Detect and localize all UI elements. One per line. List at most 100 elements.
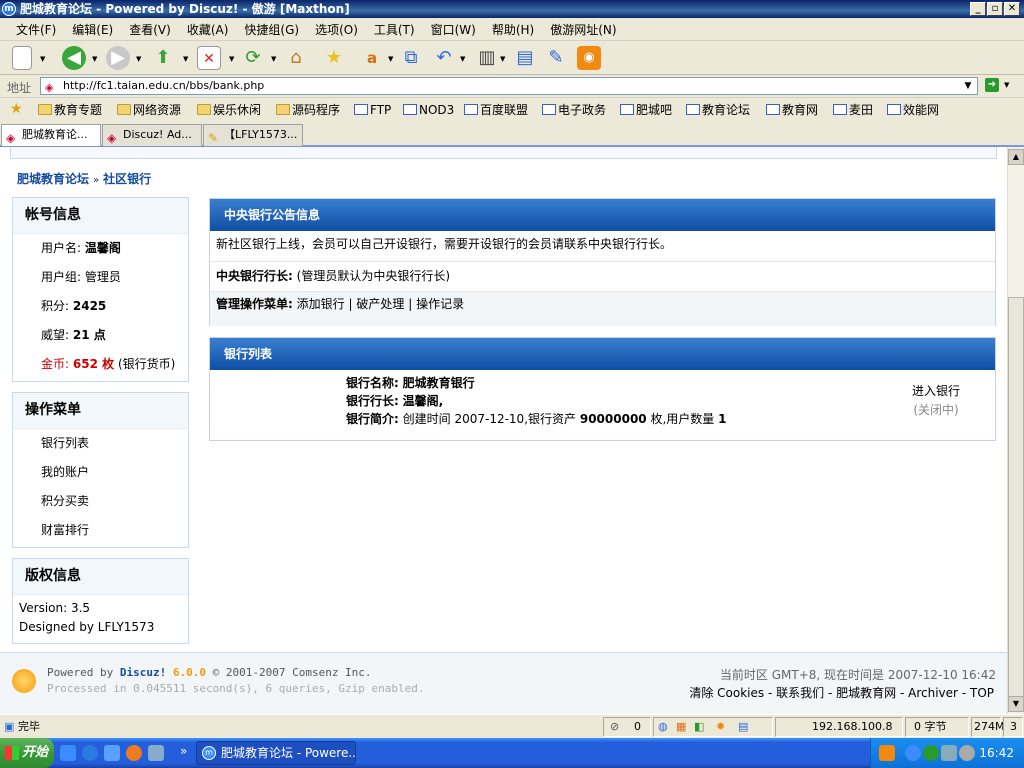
- maxthon-icon: m: [202, 746, 216, 760]
- new-page-icon[interactable]: [12, 46, 32, 70]
- media-icon[interactable]: [126, 745, 142, 761]
- menu-edit[interactable]: 编辑(E): [64, 19, 121, 41]
- archiver-link[interactable]: Archiver: [908, 686, 958, 700]
- fav-item[interactable]: 麦田: [833, 102, 873, 118]
- up-icon[interactable]: ⬆: [151, 46, 175, 70]
- address-url: http://fc1.taian.edu.cn/bbs/bank.php: [63, 79, 265, 92]
- bankruptcy-link[interactable]: 破产处理: [356, 297, 404, 311]
- tray-volume-icon[interactable]: [959, 745, 975, 761]
- ops-item-wealth-rank[interactable]: 财富排行: [13, 516, 188, 545]
- folder-icon: [117, 104, 131, 115]
- menu-tools[interactable]: 工具(T): [366, 19, 423, 41]
- tab-discuz-admin[interactable]: ◈ Discuz! Ad...: [102, 124, 202, 146]
- tab-forum[interactable]: ◈ 肥城教育论...: [1, 124, 101, 146]
- status-panel-num: 3: [1003, 717, 1023, 737]
- tray-app-icon[interactable]: [923, 745, 939, 761]
- minimize-button[interactable]: _: [970, 2, 986, 16]
- operation-log-link[interactable]: 操作记录: [416, 297, 464, 311]
- bank-intro-row: 银行简介: 创建时间 2007-12-10,银行资产 90000000 枚,用户…: [346, 412, 727, 426]
- menu-help[interactable]: 帮助(H): [484, 19, 542, 41]
- fav-item[interactable]: 网络资源: [117, 102, 181, 118]
- fav-item[interactable]: 电子政务: [542, 102, 606, 118]
- gold-row: 金币: 652 枚 (银行货币): [41, 357, 176, 371]
- page-icon: [542, 104, 556, 115]
- tray-ime-icon[interactable]: [879, 745, 895, 761]
- fav-item[interactable]: FTP: [354, 102, 391, 118]
- chevron-down-icon[interactable]: ▼: [961, 78, 975, 94]
- refresh-icon[interactable]: ⟳: [241, 46, 265, 70]
- status-panel-mem: 274M: [971, 717, 1005, 737]
- rss-icon[interactable]: ◉: [577, 46, 601, 70]
- menu-file[interactable]: 文件(F): [8, 19, 64, 41]
- address-input[interactable]: ◈ http://fc1.taian.edu.cn/bbs/bank.php ▼: [40, 77, 978, 95]
- points-row: 积分: 2425: [41, 299, 107, 313]
- menu-groups[interactable]: 快捷组(G): [236, 19, 307, 41]
- version-text: Version: 3.5: [19, 601, 91, 615]
- tab-lfly[interactable]: ✎ 【LFLY1573...: [203, 124, 303, 146]
- clear-cookies-link[interactable]: 清除 Cookies: [689, 686, 764, 700]
- stop-icon[interactable]: ✕: [197, 46, 221, 70]
- page-icon: [403, 104, 417, 115]
- contact-link[interactable]: 联系我们: [776, 686, 824, 700]
- undo-icon[interactable]: ↶: [432, 46, 456, 70]
- bank-status: (关闭中): [913, 403, 959, 417]
- fav-item[interactable]: 娱乐休闲: [197, 102, 261, 118]
- taskbar: 开始 » m 肥城教育论坛 - Powere... 16:42: [0, 738, 1024, 768]
- scroll-up-icon[interactable]: ▲: [1008, 149, 1024, 165]
- fav-item[interactable]: 源码程序: [276, 102, 340, 118]
- menu-favorites[interactable]: 收藏(A): [179, 19, 237, 41]
- ie-icon[interactable]: [60, 745, 76, 761]
- menu-window[interactable]: 窗口(W): [423, 19, 484, 41]
- fav-item[interactable]: NOD3: [403, 102, 454, 118]
- fav-item[interactable]: 效能网: [887, 102, 939, 118]
- restore-button[interactable]: ▫: [987, 2, 1003, 16]
- back-icon[interactable]: ◀: [62, 46, 86, 70]
- fav-item[interactable]: 肥城吧: [620, 102, 672, 118]
- taskbar-window-button[interactable]: m 肥城教育论坛 - Powere...: [196, 741, 356, 765]
- translate-icon[interactable]: a: [360, 46, 384, 70]
- page-icon: [887, 104, 901, 115]
- tray-network-icon[interactable]: [941, 745, 957, 761]
- menu-options[interactable]: 选项(O): [307, 19, 366, 41]
- window-icon[interactable]: ⧉: [399, 46, 423, 70]
- maxthon-quick-icon[interactable]: [82, 745, 98, 761]
- breadcrumb-home-link[interactable]: 肥城教育论坛: [17, 172, 89, 186]
- enter-bank-link[interactable]: 进入银行: [894, 382, 978, 401]
- menu-maxthon-sites[interactable]: 傲游网址(N): [542, 19, 624, 41]
- sidebar-icon[interactable]: ▤: [513, 46, 537, 70]
- address-bar: 地址 ◈ http://fc1.taian.edu.cn/bbs/bank.ph…: [0, 75, 1024, 97]
- go-icon[interactable]: ➜: [985, 78, 999, 92]
- fav-item[interactable]: 教育网: [766, 102, 818, 118]
- fav-item[interactable]: 教育论坛: [686, 102, 750, 118]
- vertical-scrollbar[interactable]: ▲ ▼: [1007, 147, 1024, 714]
- edit-icon[interactable]: ✎: [544, 46, 568, 70]
- page-icon: [686, 104, 700, 115]
- forward-icon[interactable]: ▶: [106, 46, 130, 70]
- ops-item-bank-list[interactable]: 银行列表: [13, 429, 188, 458]
- status-panel-count: ⊘ 0: [603, 717, 651, 737]
- desktop-icon[interactable]: [104, 745, 120, 761]
- add-bank-link[interactable]: 添加银行: [297, 297, 345, 311]
- home-icon[interactable]: ⌂: [284, 46, 308, 70]
- gear-icon: ✹: [716, 720, 726, 733]
- favorites-star-icon[interactable]: ★: [322, 46, 346, 70]
- fav-item[interactable]: 百度联盟: [464, 102, 528, 118]
- tool-icon[interactable]: [148, 745, 164, 761]
- close-button[interactable]: ✕: [1004, 2, 1020, 16]
- scroll-thumb[interactable]: [1008, 297, 1024, 697]
- quicklaunch-chevron-icon[interactable]: »: [180, 744, 187, 758]
- ops-item-my-account[interactable]: 我的账户: [13, 458, 188, 487]
- page-icon: ◈: [107, 131, 117, 145]
- start-button[interactable]: 开始: [0, 738, 54, 768]
- title-bar: m 肥城教育论坛 - Powered by Discuz! - 傲游 [Maxt…: [0, 0, 1024, 18]
- fav-item[interactable]: 教育专题: [38, 102, 102, 118]
- menu-view[interactable]: 查看(V): [121, 19, 179, 41]
- designer-text: Designed by LFLY1573: [19, 620, 155, 634]
- top-link[interactable]: TOP: [970, 686, 994, 700]
- home-site-link[interactable]: 肥城教育网: [836, 686, 896, 700]
- status-text: 完毕: [18, 720, 40, 733]
- tray-maxthon-icon[interactable]: [905, 745, 921, 761]
- columns-icon[interactable]: ▥: [475, 46, 499, 70]
- ops-item-points-trade[interactable]: 积分买卖: [13, 487, 188, 516]
- scroll-down-icon[interactable]: ▼: [1008, 696, 1024, 712]
